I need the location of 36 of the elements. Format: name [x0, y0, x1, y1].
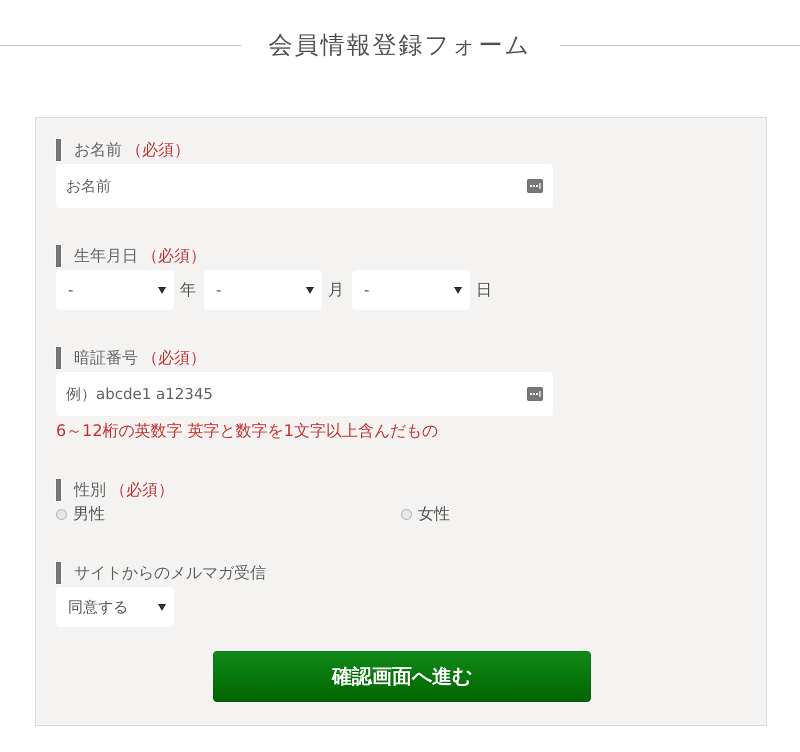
form-title: 会員情報登録フォーム	[268, 30, 532, 61]
required-mark: （必須）	[142, 246, 206, 266]
input-field[interactable]: 例）abcde1 a12345	[56, 372, 553, 416]
unit-label: 月	[328, 280, 344, 300]
required-mark: （必須）	[126, 140, 190, 160]
confirm-button[interactable]: 確認画面へ進む	[213, 651, 591, 702]
dropdown[interactable]: -	[204, 270, 322, 310]
radio-button[interactable]	[401, 509, 412, 520]
field-label: 生年月日	[74, 246, 138, 266]
dropdown[interactable]: -	[56, 270, 174, 310]
caret-icon	[158, 604, 166, 610]
label-bar	[56, 347, 61, 369]
radio-button[interactable]	[56, 509, 67, 520]
required-mark: （必須）	[110, 480, 174, 500]
label-bar	[56, 479, 61, 501]
caret-icon	[454, 286, 462, 294]
option-label: 女性	[418, 504, 450, 525]
field-label: 性別	[74, 480, 106, 500]
caret-icon	[158, 286, 166, 294]
required-mark: （必須）	[142, 348, 206, 368]
unit-label: 日	[476, 280, 492, 300]
input-field[interactable]: お名前	[56, 164, 553, 208]
dropdown[interactable]: -	[352, 270, 470, 310]
label-bar	[56, 245, 61, 267]
field-label: 暗証番号	[74, 348, 138, 368]
field-label: お名前	[74, 140, 122, 160]
unit-label: 年	[180, 280, 196, 300]
option-label: 男性	[73, 504, 105, 525]
caret-icon	[306, 286, 314, 294]
hint-text: 6～12桁の英数字 英字と数字を1文字以上含んだもの	[56, 421, 439, 442]
password-manager-icon[interactable]	[527, 179, 543, 193]
label-bar	[56, 562, 61, 584]
dropdown[interactable]: 同意する	[56, 587, 174, 627]
field-label: サイトからのメルマガ受信	[74, 562, 266, 584]
password-manager-icon[interactable]	[527, 387, 543, 401]
label-bar	[56, 139, 61, 161]
